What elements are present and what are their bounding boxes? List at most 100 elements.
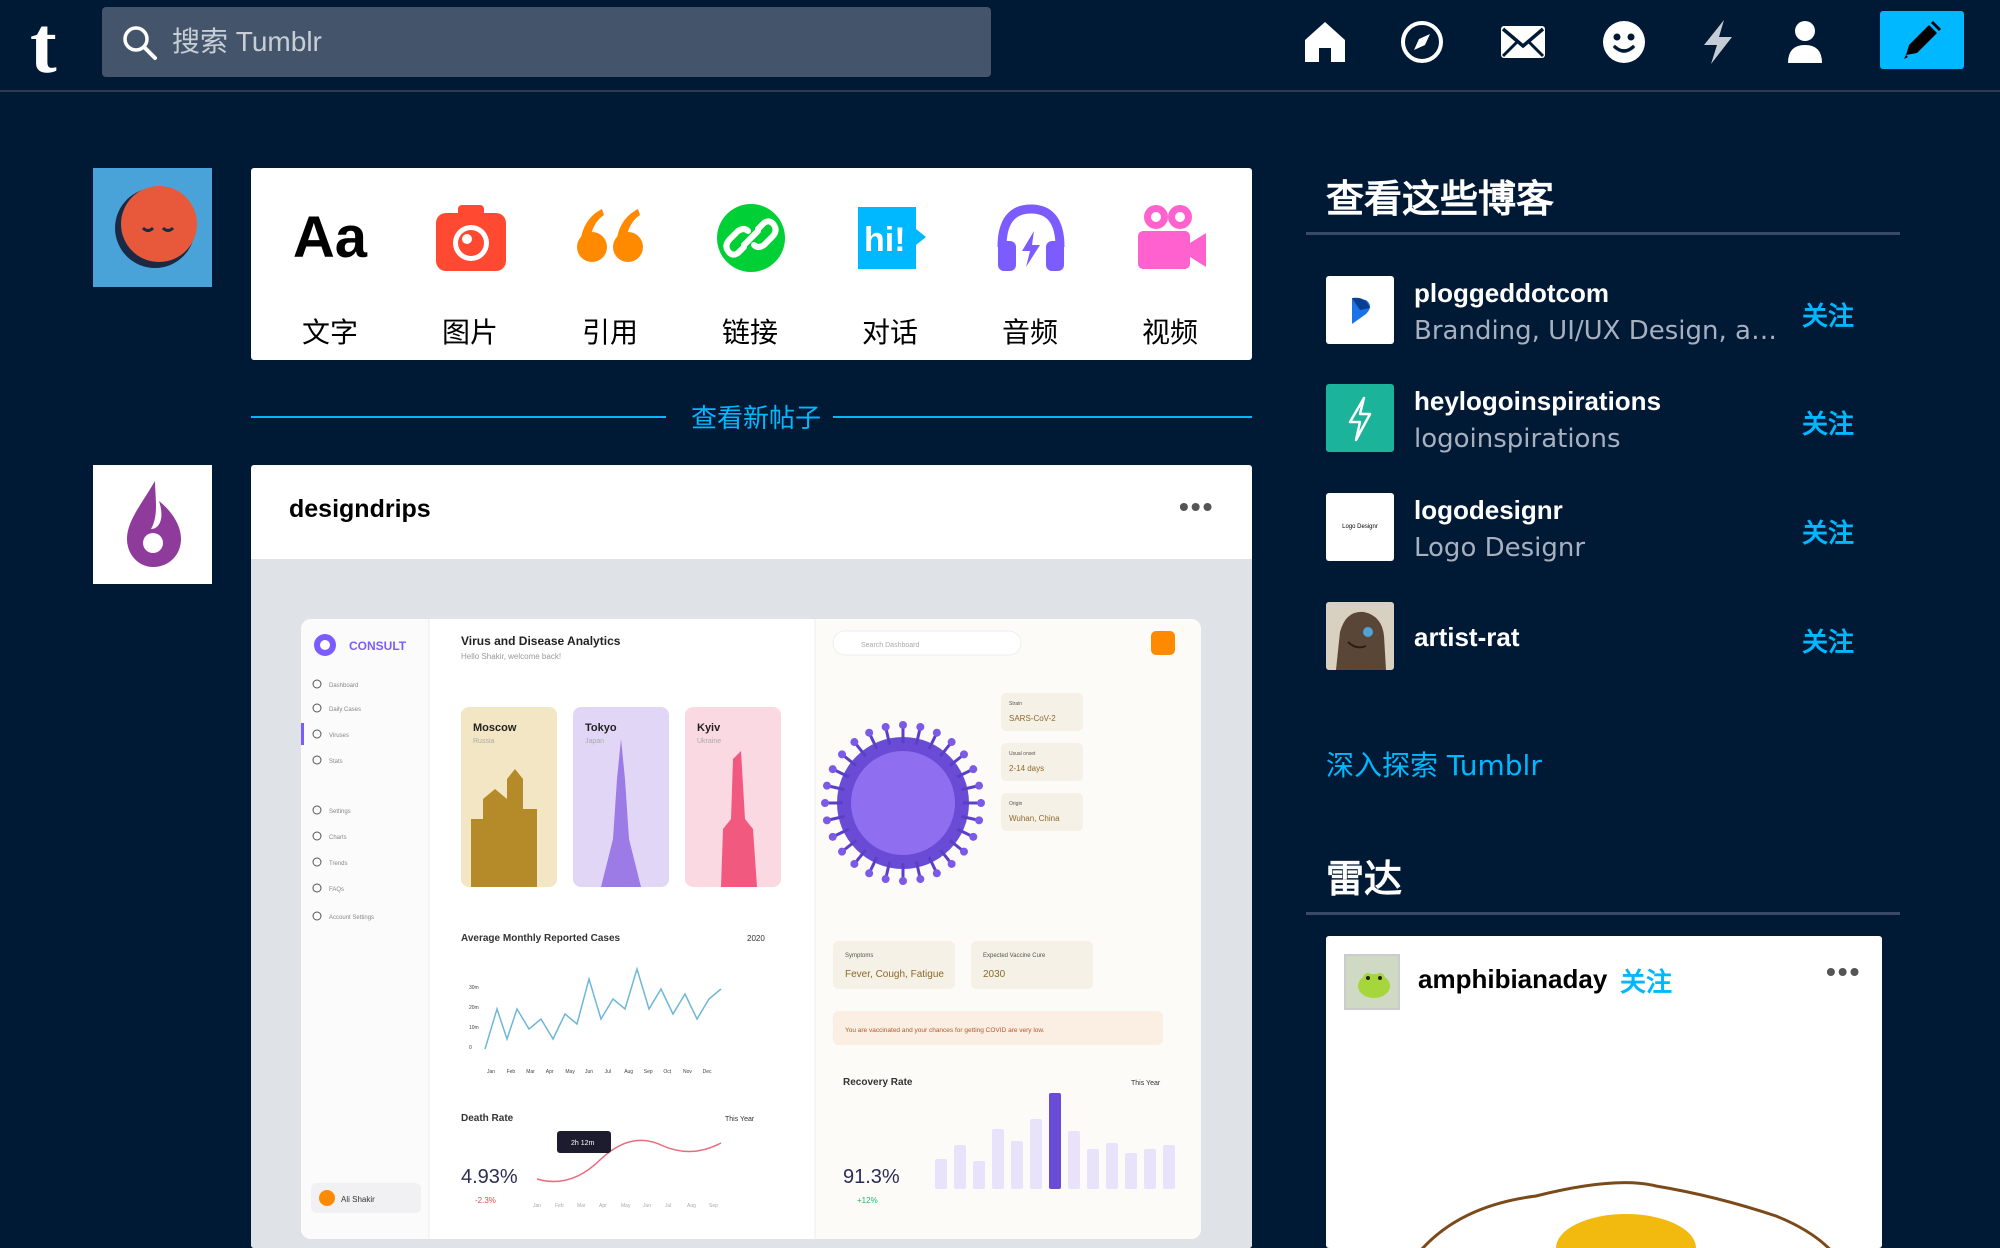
more-options-icon[interactable]: ••• [1826,956,1861,988]
virus-spike-tip [822,816,831,825]
post-type-label: 文字 [301,316,358,349]
recommended-blog[interactable]: heylogoinspirations logoinspirations 关注 [1326,384,1926,454]
city-name: Moscow [473,722,517,734]
search-bar[interactable] [102,7,991,77]
tumblr-logo[interactable]: t [30,6,57,86]
y-tick: 10m [469,1025,479,1031]
artist-rat-avatar[interactable] [1326,602,1394,670]
new-posts-link[interactable]: 查看新帖子 [686,398,826,435]
account-icon[interactable] [1781,18,1829,66]
blog-name[interactable]: artist-rat [1414,622,1519,653]
follow-button[interactable]: 关注 [1802,513,1854,550]
month-tick: Jan [533,1203,541,1209]
virus-spike-tip [932,728,941,737]
dash-nav-item: Trends [329,861,347,867]
info-box [1001,793,1083,831]
pencil-icon [1904,21,1941,59]
messaging-icon[interactable] [1600,18,1648,66]
recovery-value: 91.3% [843,1166,900,1188]
month-tick: Aug [624,1069,633,1075]
virus-spike-tip [881,875,890,884]
more-options-icon[interactable]: ••• [1179,491,1214,523]
info-value: SARS-CoV-2 [1009,714,1056,723]
follow-button[interactable]: 关注 [1802,404,1854,441]
compose-button[interactable] [1880,11,1964,69]
monthly-title: Average Monthly Reported Cases [461,933,621,944]
radar-card: amphibianaday 关注 ••• [1326,936,1882,1248]
virus-spike-tip [969,765,978,774]
new-posts-divider[interactable]: 查看新帖子 [251,398,1252,434]
month-tick: Oct [663,1069,671,1075]
month-tick: Apr [546,1069,554,1075]
month-tick: Jun [643,1203,651,1209]
month-tick: Jun [585,1069,593,1075]
post-type-label: 引用 [581,316,638,349]
home-icon[interactable] [1301,18,1349,66]
section-divider [1306,232,1900,235]
heylogoinspirations-avatar[interactable] [1326,384,1394,452]
dash-nav-item: Settings [329,809,351,815]
virus-spike-tip [932,869,941,878]
follow-button[interactable]: 关注 [1802,296,1854,333]
radar-follow-button[interactable]: 关注 [1620,962,1672,999]
drop-logo-icon [127,481,181,567]
dash-nav-item: Charts [329,835,347,841]
dash-search: Search Dashboard [861,642,919,649]
vaccine-value: 2030 [983,969,1006,980]
video-camera-icon [1138,205,1206,269]
post-card: designdrips ••• CONSULT Dashboard Daily C… [251,465,1252,1248]
death-tooltip: 2h 12m [571,1140,595,1147]
recovery-bar [1049,1093,1061,1189]
recommended-blog[interactable]: Logo Designr logodesignr Logo Designr 关注 [1326,493,1926,563]
blog-name[interactable]: logodesignr [1414,495,1563,526]
virus-spike-tip [838,750,847,759]
virus-spike-tip [865,728,874,737]
death-title: Death Rate [461,1113,514,1124]
info-label: Strain [1009,701,1022,707]
dash-nav-item: Dashboard [329,683,358,689]
follow-button[interactable]: 关注 [1802,622,1854,659]
monthly-year: 2020 [747,934,765,943]
info-value: 2-14 days [1009,764,1044,773]
amphibianaday-avatar[interactable] [1344,954,1400,1010]
user-avatar[interactable] [93,168,212,287]
dash-nav-item: Viruses [329,733,349,739]
explore-icon[interactable] [1398,18,1446,66]
month-tick: Apr [599,1203,607,1209]
virus-spike-tip [850,859,859,868]
symptoms-label: Symptoms [845,953,873,959]
blog-name[interactable]: heylogoinspirations [1414,386,1661,417]
post-blog-name[interactable]: designdrips [289,495,431,524]
dash-nav-item: Stats [329,759,343,765]
recommended-blog[interactable]: artist-rat 关注 [1326,602,1926,672]
virus-spike-tip [916,722,925,731]
month-tick: Jan [487,1069,495,1075]
recovery-bar [992,1129,1004,1189]
recovery-period: This Year [1131,1080,1161,1087]
search-icon [123,26,157,60]
explore-tumblr-link[interactable]: 深入探索 Tumblr [1326,744,1542,784]
city-country: Japan [585,738,604,745]
radar-blog-name[interactable]: amphibianaday [1418,964,1607,995]
month-tick: Jul [605,1069,611,1075]
blog-name[interactable]: ploggeddotcom [1414,278,1609,309]
designdrips-avatar[interactable] [93,465,212,584]
virus-spike-tip [899,877,907,885]
post-type-label: 视频 [1141,316,1198,349]
recommended-blog[interactable]: ploggeddotcom Branding, UI/UX Design, an… [1326,276,1926,346]
virus-spike-tip [838,847,847,856]
headphones-icon [997,204,1065,271]
logodesignr-avatar[interactable]: Logo Designr [1326,493,1394,561]
inbox-icon[interactable] [1498,18,1548,66]
activity-icon[interactable] [1694,18,1742,66]
dashboard-illustration: CONSULT Dashboard Daily Cases Viruses Stats… [301,619,1201,1239]
recovery-bar [1106,1143,1118,1189]
month-tick: Jul [665,1203,671,1209]
month-tick: Mar [577,1203,586,1209]
ploggeddotcom-avatar[interactable] [1326,276,1394,344]
virus-spike-tip [822,781,831,790]
post-image[interactable]: CONSULT Dashboard Daily Cases Viruses Stats… [251,559,1252,1248]
search-input[interactable] [172,7,952,77]
symptoms-value: Fever, Cough, Fatigue [845,969,944,980]
avatar-face-icon [115,186,197,268]
